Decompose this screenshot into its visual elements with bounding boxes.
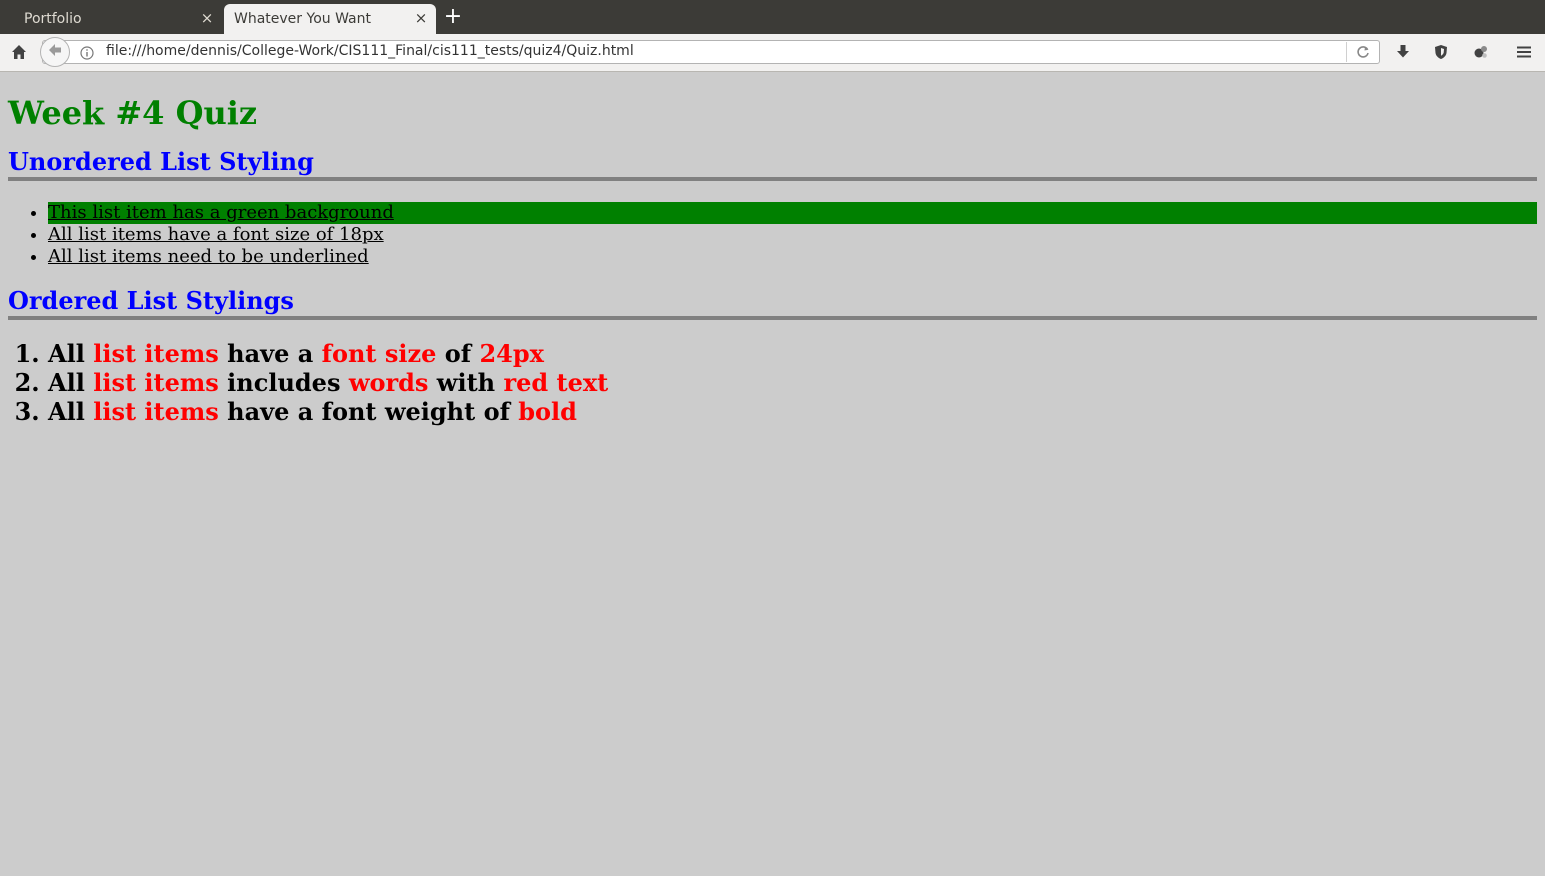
list-text: All [48,339,94,368]
highlighted-text: list items [93,339,219,368]
list-text: have a [218,339,322,368]
list-text: All [48,397,94,426]
close-icon[interactable]: × [200,11,214,26]
list-text: have a font weight of [218,397,519,426]
list-item: All list items have a font size of 18px [48,224,1537,246]
list-item: All list items includes words with red t… [48,368,1537,397]
unordered-list: This list item has a green background Al… [8,202,1537,268]
list-text: of [436,339,480,368]
ordered-list: All list items have a font size of 24pxA… [8,339,1537,426]
back-arrow-icon [47,42,63,62]
highlighted-text: words [348,368,429,397]
list-text: All [48,368,94,397]
tab-label: Whatever You Want [234,11,371,27]
list-text: with [428,368,504,397]
section-divider [8,316,1537,320]
list-item: This list item has a green background [48,202,1537,224]
url-text[interactable]: file:///home/dennis/College-Work/CIS111_… [106,43,634,59]
list-item: All list items have a font size of 24px [48,339,1537,368]
tab-label: Portfolio [24,11,82,27]
unordered-section-heading: Unordered List Styling [8,147,314,176]
menu-icon[interactable] [1512,40,1536,64]
list-item: All list items have a font weight of bol… [48,397,1537,426]
section-divider [8,177,1537,181]
list-item: All list items need to be underlined [48,246,1537,268]
page-title: Week #4 Quiz [8,94,258,132]
back-button[interactable] [40,37,70,67]
page-content: Week #4 Quiz Unordered List Styling This… [8,72,1537,426]
close-icon[interactable]: × [414,11,428,26]
tab-bar: Portfolio × Whatever You Want × + [0,0,1545,34]
shield-icon[interactable] [1429,40,1453,64]
home-icon[interactable] [7,40,31,64]
tab-whatever-you-want[interactable]: Whatever You Want × [224,4,436,34]
ordered-section-heading: Ordered List Stylings [8,286,294,315]
download-icon[interactable] [1391,40,1415,64]
tab-portfolio[interactable]: Portfolio × [10,4,222,34]
highlighted-text: red text [503,368,609,397]
url-divider [1346,42,1347,62]
reload-icon[interactable] [1351,40,1375,64]
highlighted-text: bold [518,397,577,426]
highlighted-text: list items [93,368,219,397]
new-tab-button[interactable]: + [443,6,463,28]
extension-icon[interactable] [1469,40,1493,64]
highlighted-text: font size [321,339,437,368]
list-text: includes [218,368,349,397]
info-icon[interactable] [80,45,94,60]
highlighted-text: list items [93,397,219,426]
navigation-bar: file:///home/dennis/College-Work/CIS111_… [0,34,1545,72]
highlighted-text: 24px [479,339,544,368]
